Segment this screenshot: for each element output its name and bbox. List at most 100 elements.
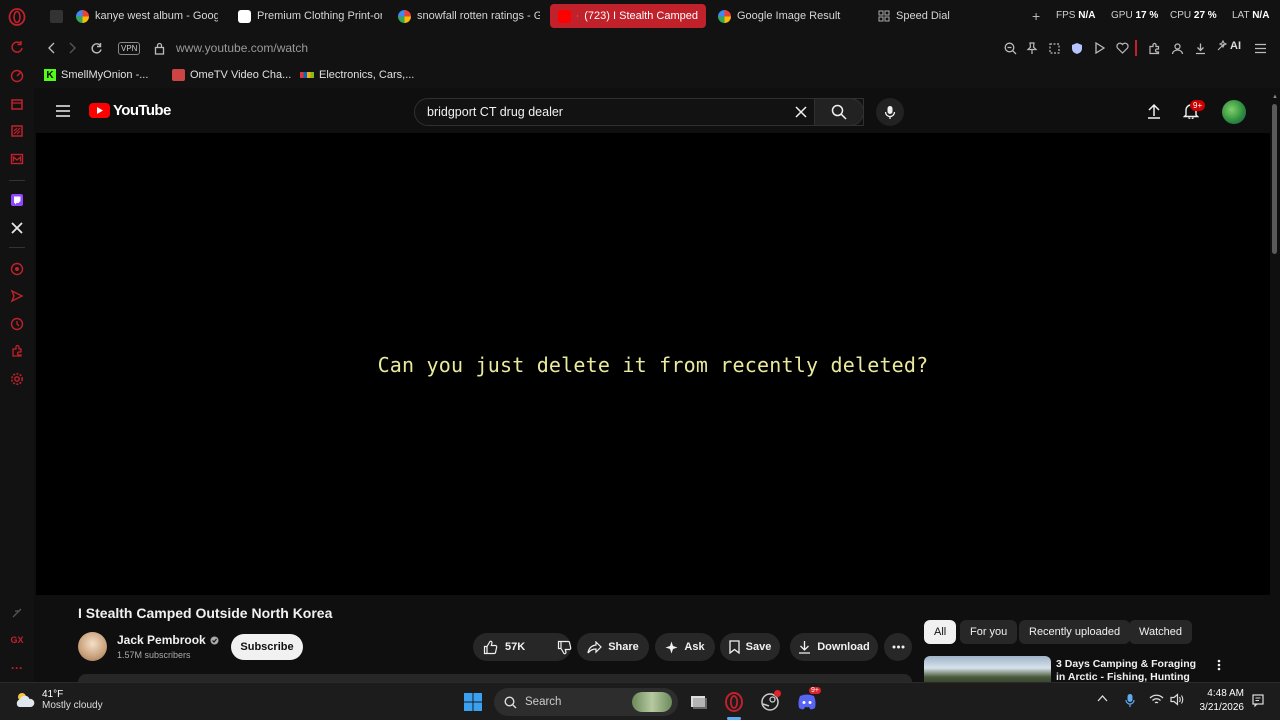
x-twitter-icon[interactable]	[8, 219, 26, 237]
clock[interactable]: 4:48 AM 3/21/2026	[1198, 688, 1245, 713]
volume-icon[interactable]	[1170, 693, 1185, 706]
account-icon[interactable]	[1169, 40, 1185, 56]
channel-avatar[interactable]	[78, 632, 107, 661]
vpn-badge[interactable]: VPN	[118, 42, 141, 55]
twitch-icon[interactable]	[8, 191, 26, 209]
extensions-puzzle-icon[interactable]	[1146, 40, 1162, 56]
chip-recently-uploaded[interactable]: Recently uploaded	[1019, 620, 1131, 644]
forward-icon[interactable]	[64, 40, 80, 56]
bookmark-ometv[interactable]: OmeTV Video Cha...	[172, 69, 291, 81]
tab-label: (723) I Stealth Camped	[584, 10, 698, 22]
save-button[interactable]: Save	[720, 633, 780, 661]
shield-icon[interactable]	[1069, 40, 1085, 56]
new-tab-plus-icon[interactable]: +	[1032, 8, 1040, 24]
clock-time: 4:48 AM	[1207, 688, 1244, 699]
avatar[interactable]	[1222, 100, 1246, 124]
channel-name: Jack Pembrook	[117, 633, 206, 647]
microphone-tray-icon[interactable]	[1125, 693, 1135, 708]
snapshot-icon[interactable]	[1046, 40, 1062, 56]
search-button[interactable]	[814, 98, 864, 126]
kick-icon: K	[44, 69, 56, 81]
menu-hamburger-icon[interactable]	[1252, 40, 1268, 56]
video-caption: Can you just delete it from recently del…	[377, 353, 929, 377]
zoom-out-icon[interactable]	[1002, 40, 1018, 56]
tab-kanye[interactable]: kanye west album - Google	[68, 4, 218, 28]
discord-icon[interactable]	[796, 691, 818, 713]
url-field[interactable]: www.youtube.com/watch	[176, 41, 308, 55]
refresh-sync-icon[interactable]	[8, 38, 26, 56]
tray-overflow-chevron-icon[interactable]	[1097, 694, 1108, 702]
tab-snowfall[interactable]: snowfall rotten ratings - G	[390, 4, 540, 28]
suggested-video-title[interactable]: 3 Days Camping & Foraging in Arctic - Fi…	[1056, 658, 1206, 682]
chip-all[interactable]: All	[924, 620, 957, 644]
gmail-icon[interactable]	[8, 150, 26, 168]
gx-corner-icon[interactable]	[8, 95, 26, 113]
search-query: bridgport CT drug dealer	[427, 105, 563, 119]
notification-center-icon[interactable]	[1252, 694, 1264, 707]
clear-search-icon[interactable]	[795, 106, 807, 118]
pin-icon[interactable]	[1024, 40, 1040, 56]
voice-search-button[interactable]	[876, 98, 904, 126]
lock-icon[interactable]	[151, 40, 167, 56]
upload-icon[interactable]	[1147, 103, 1161, 119]
reload-icon[interactable]	[88, 40, 104, 56]
history-icon[interactable]	[8, 315, 26, 333]
bookmark-kick[interactable]: K SmellMyOnion -...	[44, 69, 148, 81]
send-icon[interactable]	[8, 287, 26, 305]
ask-button[interactable]: Ask	[655, 633, 715, 661]
player-icon[interactable]	[8, 260, 26, 278]
suggested-video-thumbnail[interactable]	[924, 656, 1051, 682]
download-icon[interactable]	[1192, 40, 1208, 56]
cpu-stat: CPU 27 %	[1170, 10, 1217, 21]
gpu-stat: GPU 17 %	[1111, 10, 1159, 21]
opera-gx-taskbar-icon[interactable]	[723, 691, 745, 713]
like-button[interactable]: 57K	[483, 640, 525, 655]
tab-google-image[interactable]: Google Image Result	[710, 4, 860, 28]
weather-widget[interactable]: 41°F Mostly cloudy	[14, 689, 103, 711]
page-scrollbar[interactable]: ▲	[1270, 92, 1280, 682]
speaker-icon[interactable]	[577, 10, 579, 22]
suggested-more-icon[interactable]	[1217, 659, 1221, 671]
scrollbar-thumb[interactable]	[1272, 104, 1277, 254]
heart-icon[interactable]	[1114, 40, 1130, 56]
chip-for-you[interactable]: For you	[960, 620, 1018, 644]
faded-icon[interactable]	[8, 604, 26, 622]
gx-cleaner-icon[interactable]	[8, 122, 26, 140]
ebay-icon	[300, 72, 314, 78]
sidebar-divider	[9, 247, 25, 248]
download-button[interactable]: Download	[790, 633, 878, 661]
tab-pinned[interactable]	[42, 4, 70, 28]
video-player[interactable]: Can you just delete it from recently del…	[36, 133, 1270, 595]
back-icon[interactable]	[44, 40, 60, 56]
more-dots-icon[interactable]: ···	[8, 659, 26, 677]
subscribe-button[interactable]: Subscribe	[231, 634, 303, 660]
tab-youtube-active[interactable]: (723) I Stealth Camped	[550, 4, 706, 28]
play-icon[interactable]	[1091, 40, 1107, 56]
dislike-button[interactable]	[557, 640, 572, 655]
taskbar-search[interactable]: Search	[494, 688, 678, 716]
task-view-icon[interactable]	[688, 691, 710, 713]
gx-control-icon[interactable]	[8, 67, 26, 85]
settings-gear-icon[interactable]	[8, 370, 26, 388]
search-input[interactable]: bridgport CT drug dealer	[414, 98, 864, 126]
channel-name-row[interactable]: Jack Pembrook	[117, 633, 219, 647]
tab-printify[interactable]: Premium Clothing Print-on	[230, 4, 382, 28]
more-actions-button[interactable]	[884, 633, 912, 661]
bookmark-ebay[interactable]: Electronics, Cars,...	[300, 69, 414, 81]
sparkle-icon	[665, 641, 678, 653]
guide-menu-icon[interactable]	[56, 105, 70, 117]
gx-store-icon[interactable]: GX	[8, 631, 26, 649]
description-box[interactable]	[78, 674, 912, 682]
share-button[interactable]: Share	[577, 633, 649, 661]
youtube-logo[interactable]: YouTube	[89, 102, 171, 119]
ai-button[interactable]: AI	[1216, 40, 1241, 52]
wifi-icon[interactable]	[1149, 693, 1164, 706]
windows-start-icon[interactable]	[462, 691, 484, 713]
chip-watched[interactable]: Watched	[1129, 620, 1193, 644]
extensions-icon[interactable]	[8, 342, 26, 360]
share-arrow-icon	[587, 640, 603, 653]
tab-label: Speed Dial	[896, 10, 950, 22]
scroll-up-arrow-icon[interactable]: ▲	[1272, 94, 1278, 100]
opera-logo-icon[interactable]	[8, 8, 26, 26]
tab-speed-dial[interactable]: Speed Dial	[870, 4, 1010, 28]
